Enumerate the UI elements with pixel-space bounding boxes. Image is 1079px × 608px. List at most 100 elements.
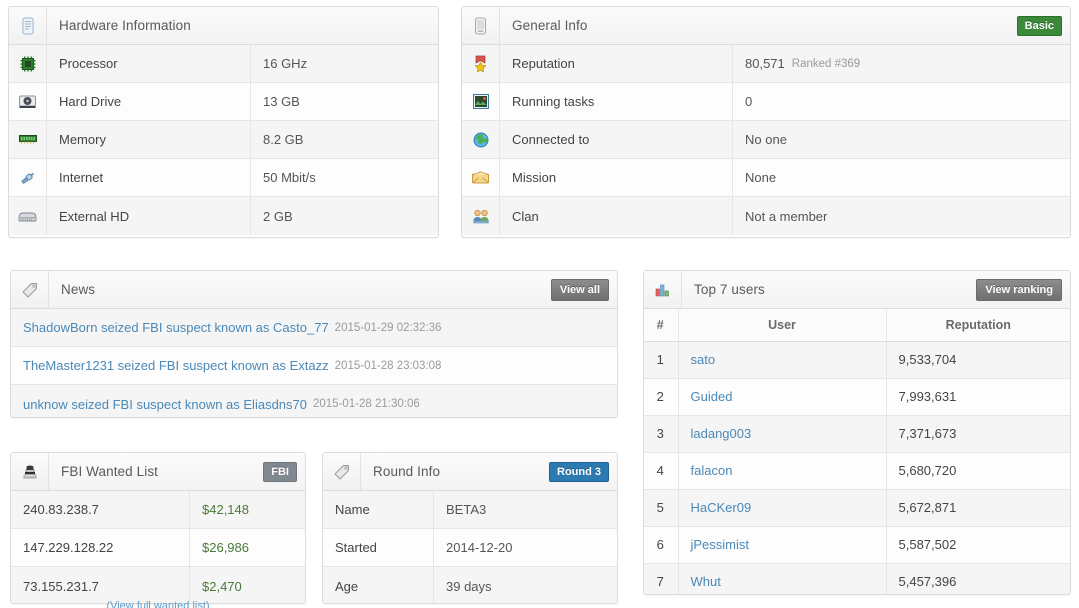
hardware-panel-title: Hardware Information: [59, 18, 191, 33]
top-users-panel-header: Top 7 users View ranking: [644, 271, 1070, 309]
column-header-rank: #: [644, 309, 679, 342]
row-reputation: 5,680,720: [886, 452, 1070, 490]
wanted-amount: $2,470: [189, 567, 305, 603]
round-value-age: 39 days: [433, 567, 617, 603]
hardware-value-processor: 16 GHz: [250, 45, 438, 82]
general-row-reputation: Reputation 80,571 Ranked #369: [462, 45, 1070, 83]
news-view-all-button[interactable]: View all: [550, 278, 609, 301]
general-row-running-tasks: Running tasks 0: [462, 83, 1070, 121]
user-link[interactable]: ladang003: [691, 426, 752, 441]
top-users-panel: Top 7 users View ranking # User Reputati…: [643, 270, 1071, 595]
wanted-row: 73.155.231.7 $2,470: [11, 567, 305, 603]
hardware-row-internet: Internet 50 Mbit/s: [9, 159, 438, 197]
user-link[interactable]: sato: [691, 352, 716, 367]
clan-people-icon: [462, 197, 500, 235]
fbi-wanted-list-panel: FBI Wanted List FBI 240.83.238.7 $42,148…: [10, 452, 306, 604]
row-user[interactable]: Whut: [678, 563, 887, 594]
hardware-label-memory: Memory: [59, 132, 106, 147]
hardware-value-external-hd: 2 GB: [250, 197, 438, 235]
news-item-link[interactable]: unknow seized FBI suspect known as Elias…: [23, 397, 307, 412]
row-user[interactable]: Guided: [678, 378, 887, 416]
general-row-clan: Clan Not a member: [462, 197, 1070, 235]
row-rank: 1: [644, 341, 679, 379]
general-label-running-tasks: Running tasks: [512, 94, 595, 109]
row-user[interactable]: HaCKer09: [678, 489, 887, 527]
processor-chip-icon: [9, 45, 47, 82]
round-label-name: Name: [335, 502, 370, 517]
news-item[interactable]: unknow seized FBI suspect known as Elias…: [11, 385, 617, 417]
row-reputation: 7,993,631: [886, 378, 1070, 416]
row-user[interactable]: falacon: [678, 452, 887, 490]
row-reputation: 5,457,396: [886, 563, 1070, 594]
device-icon: [462, 7, 500, 44]
fbi-badge: FBI: [263, 461, 297, 482]
row-rank: 4: [644, 452, 679, 490]
police-icon: [11, 453, 49, 490]
globe-icon: [462, 121, 500, 158]
row-rank: 3: [644, 415, 679, 453]
hardware-value-memory: 8.2 GB: [250, 121, 438, 158]
view-ranking-button[interactable]: View ranking: [976, 278, 1062, 301]
bar-chart-icon: [644, 271, 682, 308]
news-item-link[interactable]: ShadowBorn seized FBI suspect known as C…: [23, 320, 329, 335]
row-reputation: 7,371,673: [886, 415, 1070, 453]
round-panel-header: Round Info Round 3: [323, 453, 617, 491]
user-link[interactable]: Whut: [691, 574, 721, 589]
network-plug-icon: [9, 159, 47, 196]
user-link[interactable]: Guided: [691, 389, 733, 404]
general-label-reputation: Reputation: [512, 56, 575, 71]
general-row-mission: Mission None: [462, 159, 1070, 197]
user-link[interactable]: jPessimist: [691, 537, 750, 552]
row-rank: 2: [644, 378, 679, 416]
row-user[interactable]: sato: [678, 341, 887, 379]
hardware-row-memory: Memory 8.2 GB: [9, 121, 438, 159]
row-user[interactable]: jPessimist: [678, 526, 887, 564]
tag-icon: [323, 453, 361, 490]
row-user[interactable]: ladang003: [678, 415, 887, 453]
general-info-panel: General Info Basic Reputation 80,571 Ran…: [461, 6, 1071, 238]
view-full-wanted-list-link[interactable]: (View full wanted list): [10, 600, 306, 608]
membership-badge: Basic: [1016, 15, 1062, 36]
row-reputation: 9,533,704: [886, 341, 1070, 379]
news-item-date: 2015-01-28 21:30:06: [313, 398, 420, 410]
round-row-name: Name BETA3: [323, 491, 617, 529]
tag-icon: [11, 271, 49, 308]
hardware-panel-header: Hardware Information: [9, 7, 438, 45]
hardware-row-hard-drive: Hard Drive 13 GB: [9, 83, 438, 121]
fbi-panel-title: FBI Wanted List: [61, 464, 159, 479]
column-header-reputation: Reputation: [886, 309, 1070, 342]
table-row: 6 jPessimist 5,587,502: [644, 526, 1070, 564]
news-panel-title: News: [61, 282, 96, 297]
wanted-amount: $42,148: [189, 491, 305, 528]
hardware-label-processor: Processor: [59, 56, 118, 71]
user-link[interactable]: HaCKer09: [691, 500, 752, 515]
wanted-ip: 240.83.238.7: [23, 502, 99, 517]
reputation-rank-note: Ranked #369: [791, 57, 861, 70]
wanted-row: 147.229.128.22 $26,986: [11, 529, 305, 567]
hardware-row-external-hd: External HD 2 GB: [9, 197, 438, 235]
table-row: 7 Whut 5,457,396: [644, 563, 1070, 594]
memory-ram-icon: [9, 121, 47, 158]
user-link[interactable]: falacon: [691, 463, 733, 478]
row-rank: 5: [644, 489, 679, 527]
top-users-table: # User Reputation 1 sato 9,533,704 2 Gui…: [644, 309, 1070, 594]
hardware-label-external-hd: External HD: [59, 208, 130, 224]
envelope-icon: [462, 159, 500, 196]
row-reputation: 5,672,871: [886, 489, 1070, 527]
hardware-label-hard-drive: Hard Drive: [59, 94, 122, 109]
news-panel-header: News View all: [11, 271, 617, 309]
round-value-name: BETA3: [433, 491, 617, 528]
row-rank: 6: [644, 526, 679, 564]
round-label-age: Age: [335, 578, 359, 594]
round-label-started: Started: [335, 540, 377, 555]
news-item-link[interactable]: TheMaster1231 seized FBI suspect known a…: [23, 358, 329, 373]
hardware-information-panel: Hardware Information Processor 16 GHz Ha…: [8, 6, 439, 238]
news-item[interactable]: ShadowBorn seized FBI suspect known as C…: [11, 309, 617, 347]
news-item[interactable]: TheMaster1231 seized FBI suspect known a…: [11, 347, 617, 385]
hardware-value-internet: 50 Mbit/s: [250, 159, 438, 196]
round-info-panel: Round Info Round 3 Name BETA3 Started 20…: [322, 452, 618, 604]
general-value-clan: Not a member: [732, 197, 1070, 235]
hard-drive-icon: [9, 83, 47, 120]
award-ribbon-icon: [462, 45, 500, 82]
news-item-date: 2015-01-28 23:03:08: [334, 359, 442, 372]
